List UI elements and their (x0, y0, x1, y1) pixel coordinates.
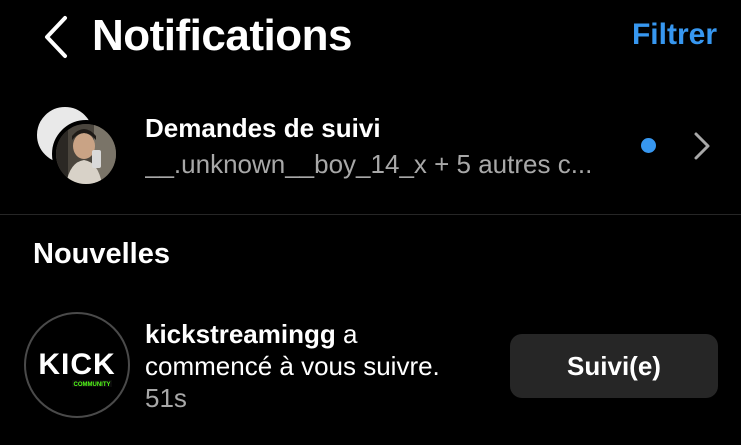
avatar[interactable]: KICK COMMUNITY (24, 312, 130, 418)
follow-requests-title: Demandes de suivi (145, 113, 381, 143)
unread-dot-icon (641, 138, 656, 153)
following-button[interactable]: Suivi(e) (510, 334, 718, 398)
follow-requests-subtitle: __.unknown__boy_14_x + 5 autres c... (145, 149, 593, 179)
notification-time: 51s (145, 383, 187, 413)
chevron-right-icon (694, 132, 710, 160)
notification-username[interactable]: kickstreamingg (145, 319, 336, 349)
filter-button[interactable]: Filtrer (632, 14, 717, 56)
follow-requests-row[interactable]: Demandes de suivi __.unknown__boy_14_x +… (0, 90, 741, 212)
divider (0, 214, 741, 215)
header: Notifications Filtrer (0, 0, 741, 78)
page-title: Notifications (92, 11, 352, 60)
section-title-new: Nouvelles (33, 238, 170, 270)
svg-text:KICK: KICK (38, 348, 115, 381)
profile-photo-icon (56, 124, 116, 184)
notification-item: KICK COMMUNITY kickstreamingg a commencé… (0, 300, 741, 430)
svg-text:COMMUNITY: COMMUNITY (74, 382, 111, 388)
chevron-left-icon (45, 16, 67, 58)
notification-text: kickstreamingg a commencé à vous suivre.… (145, 318, 485, 414)
kick-logo-icon: KICK COMMUNITY (38, 348, 115, 388)
follow-requests-avatars (34, 104, 120, 190)
avatar (52, 120, 120, 188)
back-button[interactable] (36, 14, 76, 60)
